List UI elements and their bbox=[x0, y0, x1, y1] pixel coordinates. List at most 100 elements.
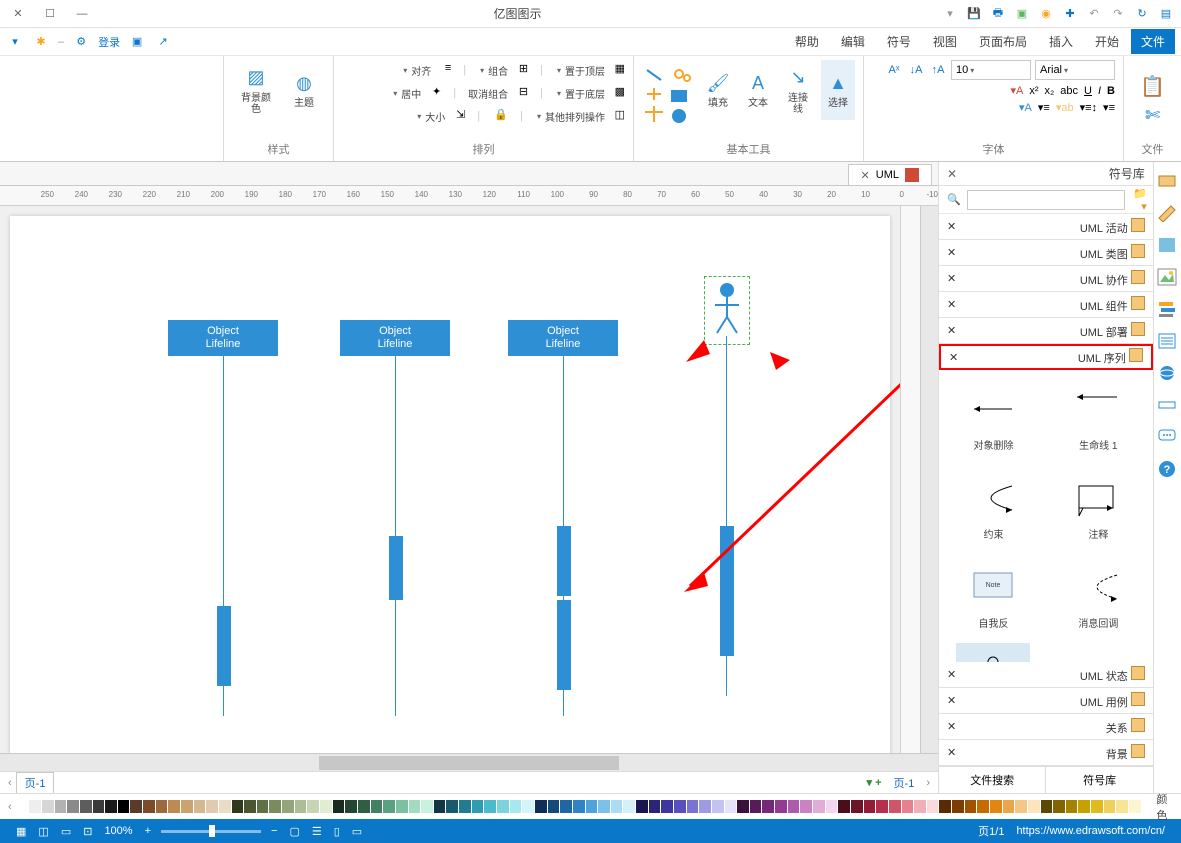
color-swatch[interactable] bbox=[130, 800, 142, 813]
tab-file[interactable]: 文件 bbox=[1131, 29, 1175, 54]
color-swatch[interactable] bbox=[333, 800, 345, 813]
ungroup-icon[interactable]: ⊟ bbox=[512, 85, 528, 101]
lib-cat-background[interactable]: 背景✕ bbox=[939, 740, 1153, 766]
page-tab-nav-prev[interactable]: ‹ bbox=[926, 777, 930, 789]
color-swatch[interactable] bbox=[409, 800, 421, 813]
color-swatch[interactable] bbox=[421, 800, 433, 813]
status-snap-icon[interactable]: ◫ bbox=[38, 825, 48, 838]
library-search-icon[interactable]: 🔍 bbox=[945, 191, 963, 209]
color-swatch[interactable] bbox=[118, 800, 130, 813]
color-swatch[interactable] bbox=[889, 800, 901, 813]
color-swatch[interactable] bbox=[181, 800, 193, 813]
color-swatch[interactable] bbox=[762, 800, 774, 813]
canvas-activation-d[interactable] bbox=[217, 606, 231, 686]
lib-cat-component[interactable]: UML 组件✕ bbox=[939, 292, 1153, 318]
status-view1-icon[interactable]: ▢ bbox=[289, 825, 299, 838]
fill-tool[interactable]: 🖌 填充 bbox=[701, 60, 735, 120]
color-swatch[interactable] bbox=[927, 800, 939, 813]
save-icon[interactable]: 💾 bbox=[965, 5, 983, 23]
shape-delete[interactable]: 对象删除 bbox=[956, 376, 1030, 461]
shape-msg-return[interactable]: 消息回调 bbox=[1061, 554, 1135, 639]
align-icon[interactable]: ≡ bbox=[435, 62, 451, 78]
color-swatch[interactable] bbox=[838, 800, 850, 813]
color-swatch[interactable] bbox=[42, 800, 54, 813]
status-view2-icon[interactable]: ☰ bbox=[312, 825, 322, 838]
text-dir-icon[interactable]: A▾ bbox=[1019, 101, 1032, 114]
folder-icon[interactable]: ▣ bbox=[128, 33, 146, 51]
copy-icon[interactable]: ✄ bbox=[1145, 105, 1160, 126]
color-swatch[interactable] bbox=[851, 800, 863, 813]
color-swatch[interactable] bbox=[156, 800, 168, 813]
lib-cat-relation[interactable]: 关系✕ bbox=[939, 714, 1153, 740]
status-grid-icon[interactable]: ▦ bbox=[16, 825, 26, 838]
font-color-icon[interactable]: A▾ bbox=[1010, 84, 1023, 97]
page-tab-nav-next[interactable]: › bbox=[8, 777, 12, 789]
status-zoom-slider[interactable] bbox=[161, 830, 261, 833]
top-layer-icon[interactable]: ▦ bbox=[609, 62, 625, 78]
canvas-hscroll[interactable] bbox=[0, 753, 938, 771]
layers-panel-icon[interactable] bbox=[1156, 298, 1178, 320]
redo-icon[interactable]: ↷ bbox=[1109, 5, 1127, 23]
canvas-activation-b1[interactable] bbox=[557, 526, 571, 596]
canvas-actor[interactable] bbox=[704, 276, 750, 345]
color-swatch[interactable] bbox=[535, 800, 547, 813]
color-swatch[interactable] bbox=[800, 800, 812, 813]
canvas-scroll[interactable]: Object Lifeline Object Lifeline Object L… bbox=[0, 206, 900, 753]
color-swatch[interactable] bbox=[914, 800, 926, 813]
tab-symbol[interactable]: 符号 bbox=[877, 29, 921, 54]
color-swatch[interactable] bbox=[269, 800, 281, 813]
shape-constraint[interactable]: 约束 bbox=[956, 465, 1030, 550]
connector-tool[interactable]: ↘ 连接线 bbox=[781, 60, 815, 120]
color-swatch[interactable] bbox=[345, 800, 357, 813]
canvas-lifeline-2[interactable]: Object Lifeline bbox=[340, 320, 450, 356]
color-swatch[interactable] bbox=[788, 800, 800, 813]
gear-icon[interactable]: ⚙ bbox=[72, 33, 90, 51]
canvas-activation-a[interactable] bbox=[720, 526, 734, 656]
group-icon[interactable]: ⊞ bbox=[512, 62, 528, 78]
window-minimize-icon[interactable]: — bbox=[70, 4, 94, 24]
lib-tab-search[interactable]: 文件搜索 bbox=[939, 767, 1045, 793]
export-icon[interactable]: ▣ bbox=[1013, 5, 1031, 23]
color-swatch[interactable] bbox=[1028, 800, 1040, 813]
color-swatch[interactable] bbox=[522, 800, 534, 813]
color-swatch[interactable] bbox=[725, 800, 737, 813]
shape-note[interactable]: 注释 bbox=[1061, 465, 1135, 550]
dropdown-icon[interactable]: ▾ bbox=[941, 5, 959, 23]
help-panel-icon[interactable]: ? bbox=[1156, 458, 1178, 480]
bold-icon[interactable]: B bbox=[1107, 85, 1115, 97]
color-swatch[interactable] bbox=[586, 800, 598, 813]
color-swatch[interactable] bbox=[649, 800, 661, 813]
color-swatch[interactable] bbox=[484, 800, 496, 813]
pen-panel-icon[interactable] bbox=[1156, 202, 1178, 224]
app-menu-icon[interactable]: ▾ bbox=[6, 33, 24, 51]
tab-help[interactable]: 帮助 bbox=[785, 29, 829, 54]
library-search-input[interactable] bbox=[967, 190, 1125, 210]
ruler-panel-icon[interactable] bbox=[1156, 394, 1178, 416]
color-swatch[interactable] bbox=[775, 800, 787, 813]
color-swatch[interactable] bbox=[876, 800, 888, 813]
color-swatch[interactable] bbox=[1116, 800, 1128, 813]
new-icon[interactable]: ✚ bbox=[1061, 5, 1079, 23]
share-icon[interactable]: ◉ bbox=[1037, 5, 1055, 23]
color-swatch[interactable] bbox=[93, 800, 105, 813]
lib-cat-deploy[interactable]: UML 部署✕ bbox=[939, 318, 1153, 344]
color-swatch[interactable] bbox=[194, 800, 206, 813]
color-swatch[interactable] bbox=[573, 800, 585, 813]
superscript-icon[interactable]: x² bbox=[1029, 85, 1038, 97]
color-swatch[interactable] bbox=[105, 800, 117, 813]
tab-start[interactable]: 开始 bbox=[1085, 29, 1129, 54]
color-swatch[interactable] bbox=[611, 800, 623, 813]
library-folder-icon[interactable]: 📁▾ bbox=[1129, 191, 1147, 209]
status-zoom-in[interactable]: + bbox=[145, 825, 151, 837]
tab-edit[interactable]: 编辑 bbox=[831, 29, 875, 54]
color-swatch[interactable] bbox=[939, 800, 951, 813]
shape-self-call[interactable]: Note自我反 bbox=[956, 554, 1030, 639]
tab-insert[interactable]: 插入 bbox=[1039, 29, 1083, 54]
color-swatch[interactable] bbox=[244, 800, 256, 813]
doc-tab-close-icon[interactable]: ✕ bbox=[861, 169, 870, 182]
line-spacing-icon[interactable]: ↕≡▾ bbox=[1080, 101, 1097, 114]
color-prev-icon[interactable]: ‹ bbox=[8, 801, 12, 813]
color-swatch[interactable] bbox=[295, 800, 307, 813]
color-swatch[interactable] bbox=[598, 800, 610, 813]
color-swatch[interactable] bbox=[80, 800, 92, 813]
